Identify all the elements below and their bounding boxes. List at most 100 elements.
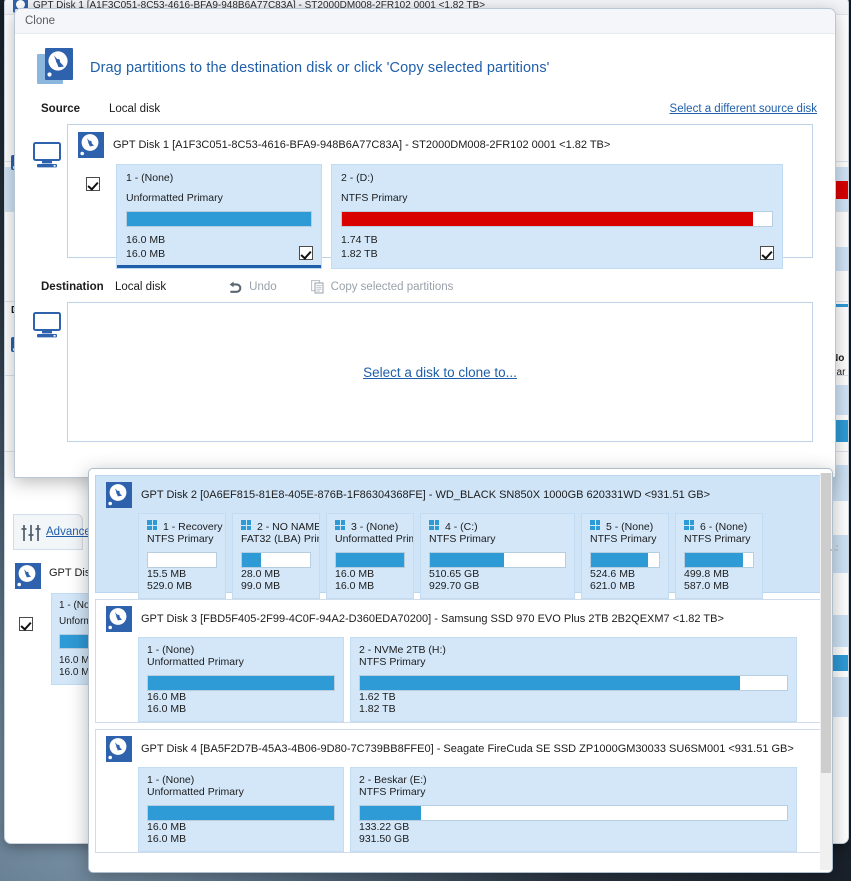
clone-banner: Drag partitions to the destination disk … <box>15 34 835 98</box>
partition-name: 2 - (D:) <box>341 172 773 184</box>
partition-total: 931.50 GB <box>359 833 788 845</box>
partition-fs: NTFS Primary <box>359 656 788 668</box>
popup-partition-1[interactable]: 1 - Recovery (No NTFS Primary 15.5 MB 52… <box>138 513 226 599</box>
partition-usage-bar <box>335 552 405 568</box>
partition-name: 4 - (C:) <box>445 521 478 533</box>
copy-selected-partitions-label: Copy selected partitions <box>331 281 454 293</box>
select-different-source-disk-link[interactable]: Select a different source disk <box>670 103 817 115</box>
disk-option-gpt-disk-4[interactable]: GPT Disk 4 [BA5F2D7B-45A3-4B06-9D80-7C73… <box>95 729 830 853</box>
source-label: Source <box>41 103 109 115</box>
checkbox[interactable] <box>19 617 33 631</box>
disk-option-gpt-disk-2[interactable]: GPT Disk 2 [0A6EF815-81E8-405E-876B-1F86… <box>95 475 830 593</box>
partition-usage-bar <box>147 805 335 821</box>
partition-fs: NTFS Primary <box>359 786 788 798</box>
usage-fill <box>591 553 648 567</box>
partition-fs: NTFS Primary <box>684 533 754 545</box>
partition-usage-bar <box>429 552 566 568</box>
popup-partition-5[interactable]: 5 - (None) NTFS Primary 524.6 MB 621.0 M… <box>581 513 669 599</box>
disk-option-gpt-disk-3[interactable]: GPT Disk 3 [FBD5F405-2F99-4C0F-94A2-D360… <box>95 599 830 723</box>
windows-logo-icon <box>147 520 158 531</box>
usage-fill <box>685 553 743 567</box>
hard-disk-icon <box>106 606 132 632</box>
usage-fill <box>342 212 753 226</box>
background-partition-band <box>833 677 849 717</box>
partition-name: 5 - (None) <box>606 521 653 533</box>
popup-partition-2[interactable]: 2 - NO NAME ( FAT32 (LBA) Primar 28.0 MB… <box>232 513 320 599</box>
partition-usage-bar <box>590 552 660 568</box>
disk-chooser-popup[interactable]: GPT Disk 2 [0A6EF815-81E8-405E-876B-1F86… <box>88 468 833 873</box>
partition-sizes: 1.74 TB 1.82 TB <box>341 234 773 262</box>
partition-used: 15.5 MB <box>147 568 217 580</box>
select-disk-to-clone-to-link[interactable]: Select a disk to clone to... <box>363 365 517 380</box>
disk-option-partitions: 1 - Recovery (No NTFS Primary 15.5 MB 52… <box>96 508 829 607</box>
usage-fill <box>336 553 404 567</box>
partition-total: 621.0 MB <box>590 580 660 592</box>
partition-name-row: 1 - Recovery (No <box>147 520 217 533</box>
background-disk-row[interactable]: GPT Disk <box>15 563 96 589</box>
partition-name-row: 4 - (C:) <box>429 520 566 533</box>
source-body: GPT Disk 1 [A1F3C051-8C53-4616-BFA9-948B… <box>15 120 835 258</box>
partition-used: 1.62 TB <box>359 691 788 703</box>
checkbox[interactable] <box>86 177 100 191</box>
partition-sizes: 133.22 GB 931.50 GB <box>359 821 788 845</box>
windows-logo-icon <box>684 520 695 531</box>
disk-option-head: GPT Disk 4 [BA5F2D7B-45A3-4B06-9D80-7C73… <box>96 730 829 762</box>
partition-total: 1.82 TB <box>359 703 788 715</box>
source-partitions: 1 - (None) Unformatted Primary 16.0 MB 1… <box>68 158 812 269</box>
partition-name-row: 6 - (None) <box>684 520 754 533</box>
partition-name-row: 5 - (None) <box>590 520 660 533</box>
disk-option-head: GPT Disk 2 [0A6EF815-81E8-405E-876B-1F86… <box>96 476 829 508</box>
popup-partition-2[interactable]: 2 - NVMe 2TB (H:) NTFS Primary 1.62 TB 1… <box>350 637 797 722</box>
partition-total: 929.70 GB <box>429 580 566 592</box>
partition-checkbox[interactable] <box>299 246 313 260</box>
advanced-button[interactable]: Advanced <box>13 514 83 550</box>
popup-partition-1[interactable]: 1 - (None) Unformatted Primary 16.0 MB 1… <box>138 767 344 852</box>
windows-logo-icon <box>590 520 601 531</box>
partition-used: 16.0 MB <box>126 234 312 248</box>
partition-usage-bar <box>126 211 312 227</box>
sliders-icon <box>21 524 41 542</box>
usage-fill <box>148 806 334 820</box>
usage-fill <box>242 553 261 567</box>
partition-checkbox[interactable] <box>760 246 774 260</box>
source-type: Local disk <box>109 103 160 115</box>
partition-total: 16.0 MB <box>335 580 405 592</box>
source-partition-2[interactable]: 2 - (D:) NTFS Primary 1.74 TB 1.82 TB <box>331 164 783 269</box>
disk-clone-icon <box>37 48 77 88</box>
popup-partition-6[interactable]: 6 - (None) NTFS Primary 499.8 MB 587.0 M… <box>675 513 763 599</box>
clone-dialog[interactable]: Clone Drag partitions to the destination… <box>14 8 836 478</box>
popup-partition-2[interactable]: 2 - Beskar (E:) NTFS Primary 133.22 GB 9… <box>350 767 797 852</box>
popup-scrollbar[interactable] <box>820 473 832 870</box>
hard-disk-icon <box>15 563 41 589</box>
windows-logo-icon <box>429 520 440 531</box>
popup-partition-3[interactable]: 3 - (None) Unformatted Primary 16.0 MB 1… <box>326 513 414 599</box>
partition-name: 3 - (None) <box>351 521 398 533</box>
partition-sizes: 15.5 MB 529.0 MB <box>147 568 217 592</box>
undo-button[interactable]: Undo <box>228 281 277 294</box>
popup-partition-4[interactable]: 4 - (C:) NTFS Primary 510.65 GB 929.70 G… <box>420 513 575 599</box>
usage-fill <box>360 806 421 820</box>
monitor-icon <box>33 312 61 338</box>
partition-fs: Unformatted Primary <box>147 786 335 798</box>
partition-sizes: 16.0 MB 16.0 MB <box>335 568 405 592</box>
popup-partition-1[interactable]: 1 - (None) Unformatted Primary 16.0 MB 1… <box>138 637 344 722</box>
partition-used: 16.0 MB <box>147 821 335 833</box>
partition-sizes: 16.0 MB 16.0 MB <box>147 691 335 715</box>
resize-grip[interactable] <box>829 542 840 553</box>
partition-usage-bar <box>359 675 788 691</box>
destination-computer-icon-wrap <box>15 298 41 343</box>
hard-disk-icon <box>106 736 132 762</box>
source-disk-select[interactable] <box>86 177 102 196</box>
source-partition-1[interactable]: 1 - (None) Unformatted Primary 16.0 MB 1… <box>116 164 322 269</box>
disk-option-partitions: 1 - (None) Unformatted Primary 16.0 MB 1… <box>96 762 829 860</box>
popup-scrollbar-thumb[interactable] <box>821 473 831 773</box>
partition-used: 1.74 TB <box>341 234 773 248</box>
partition-fs: NTFS Primary <box>429 533 566 545</box>
destination-drop-area[interactable]: Select a disk to clone to... <box>67 302 813 442</box>
background-disk-checkbox[interactable] <box>19 617 33 636</box>
partition-total: 99.0 MB <box>241 580 311 592</box>
source-disk-panel[interactable]: GPT Disk 1 [A1F3C051-8C53-4616-BFA9-948B… <box>67 124 813 258</box>
destination-label: Destination <box>41 281 115 293</box>
copy-selected-partitions-button[interactable]: Copy selected partitions <box>311 280 454 294</box>
partition-name: 2 - Beskar (E:) <box>359 774 788 786</box>
